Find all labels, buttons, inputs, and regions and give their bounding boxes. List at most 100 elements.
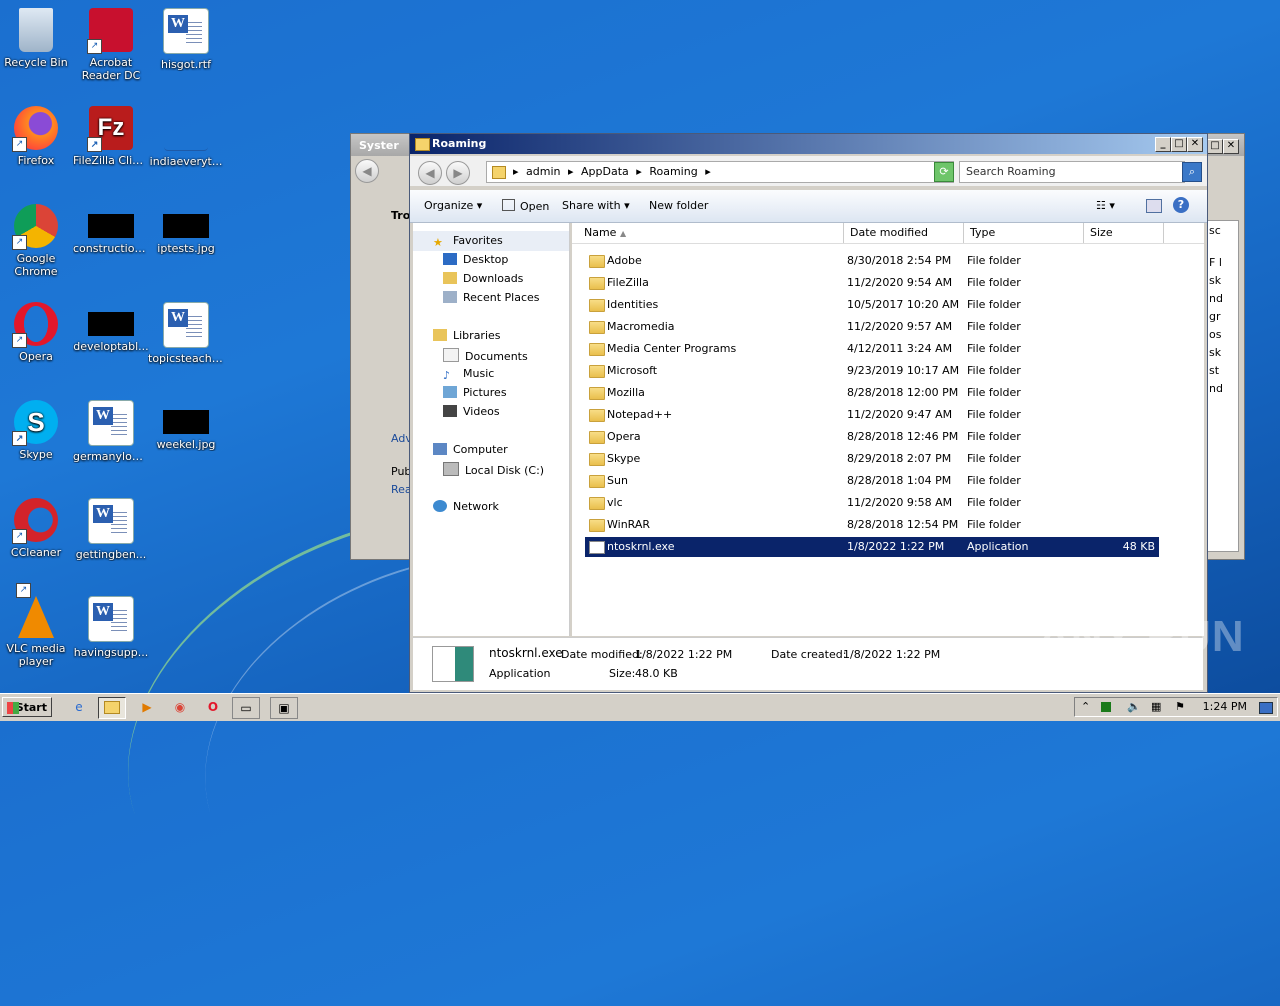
nav-libraries[interactable]: Libraries	[433, 329, 501, 342]
file-row[interactable]: Identities 10/5/2017 10:20 AM File folder	[585, 295, 1159, 315]
right-fragment: nd	[1209, 382, 1223, 395]
file-row[interactable]: vlc 11/2/2020 9:58 AM File folder	[585, 493, 1159, 513]
desktop-icon-developtabl[interactable]: developtabl...	[73, 296, 149, 353]
explorer-window[interactable]: Roaming _ □ ✕ ◀ ▶ ▸ admin ▸ AppData ▸ Ro…	[409, 133, 1208, 693]
file-row[interactable]: Mozilla 8/28/2018 12:00 PM File folder	[585, 383, 1159, 403]
flag-tray-icon[interactable]: ⚑	[1175, 700, 1185, 713]
file-row[interactable]: Opera 8/28/2018 12:46 PM File folder	[585, 427, 1159, 447]
organize-button[interactable]: Organize ▾	[424, 199, 482, 212]
show-desktop-icon[interactable]	[1259, 702, 1273, 714]
desktop-icon-weekel[interactable]: weekel.jpg	[148, 394, 224, 451]
desktop-icon-firefox[interactable]: ↗ Firefox	[0, 100, 74, 167]
nav-favorites[interactable]: ★ Favorites	[433, 234, 503, 249]
nav-downloads[interactable]: Downloads	[443, 272, 523, 285]
desktop-icon-havingsupp[interactable]: havingsupp...	[73, 590, 149, 659]
nav-pictures[interactable]: Pictures	[443, 386, 507, 399]
chrome-taskbar-icon[interactable]: ◉	[167, 697, 193, 717]
clock[interactable]: 1:24 PM	[1203, 698, 1247, 716]
file-row[interactable]: Skype 8/29/2018 2:07 PM File folder	[585, 449, 1159, 469]
start-button[interactable]: Start	[2, 697, 52, 717]
file-name: WinRAR	[607, 518, 651, 531]
breadcrumb-sep: ▸	[636, 165, 642, 178]
column-type[interactable]: Type	[964, 223, 1084, 243]
help-icon[interactable]: ?	[1173, 197, 1189, 213]
breadcrumb-item[interactable]: Roaming	[649, 165, 697, 178]
desktop-icon-iptests[interactable]: iptests.jpg	[148, 198, 224, 255]
share-with-button[interactable]: Share with ▾	[562, 199, 630, 212]
desktop-icon-acrobat[interactable]: ↗ Acrobat Reader DC	[73, 2, 149, 82]
maximize-button[interactable]: □	[1171, 137, 1187, 152]
breadcrumb-item[interactable]: AppData	[581, 165, 629, 178]
sort-ascending-icon: ▲	[619, 229, 627, 238]
cmd-taskbar-icon[interactable]: ▣	[270, 697, 298, 719]
nav-videos[interactable]: Videos	[443, 405, 500, 418]
desktop-icon-germanyloa[interactable]: germanyloa...	[73, 394, 149, 463]
breadcrumb[interactable]: ▸ admin ▸ AppData ▸ Roaming ▸ ▾	[486, 161, 954, 183]
media-player-icon[interactable]: ▶	[134, 697, 160, 717]
column-date-modified[interactable]: Date modified	[844, 223, 964, 243]
view-options-icon[interactable]: ☷ ▾	[1096, 199, 1115, 212]
desktop-icon-indiaeveryt[interactable]: indiaeveryt...	[148, 100, 224, 168]
maximize-button[interactable]: □	[1207, 139, 1223, 154]
background-window-title: Syster	[359, 139, 399, 152]
desktop-icon-vlc[interactable]: ↗ VLC media player	[0, 583, 74, 668]
nav-music[interactable]: ♪ Music	[443, 367, 494, 382]
file-row[interactable]: Microsoft 9/23/2019 10:17 AM File folder	[585, 361, 1159, 381]
desktop-icon-construction[interactable]: construction...	[73, 198, 149, 255]
file-list[interactable]: Name ▲ Date modified Type Size Adobe 8/30…	[572, 223, 1204, 636]
desktop-icon-gettingben[interactable]: gettingben...	[73, 492, 149, 561]
nav-local-disk[interactable]: Local Disk (C:)	[443, 462, 544, 477]
nav-documents[interactable]: Documents	[443, 348, 528, 363]
explorer-taskbar-icon[interactable]	[98, 697, 126, 719]
back-button[interactable]: ◀	[418, 161, 442, 185]
nav-recent-places[interactable]: Recent Places	[443, 291, 540, 304]
system-window-taskbar-icon[interactable]: ▭	[232, 697, 260, 719]
column-size[interactable]: Size	[1084, 223, 1164, 243]
file-row[interactable]: Sun 8/28/2018 1:04 PM File folder	[585, 471, 1159, 491]
internet-explorer-icon[interactable]: e	[66, 697, 92, 717]
file-row[interactable]: Macromedia 11/2/2020 9:57 AM File folder	[585, 317, 1159, 337]
desktop-icon-recycle-bin[interactable]: Recycle Bin	[0, 2, 74, 69]
file-row[interactable]: Notepad++ 11/2/2020 9:47 AM File folder	[585, 405, 1159, 425]
file-row[interactable]: ntoskrnl.exe 1/8/2022 1:22 PM Application 4…	[585, 537, 1159, 557]
refresh-icon[interactable]: ⟳	[934, 162, 954, 182]
new-folder-button[interactable]: New folder	[649, 199, 708, 212]
desktop-icon-skype[interactable]: S ↗ Skype	[0, 394, 74, 461]
nav-desktop[interactable]: Desktop	[443, 253, 508, 266]
volume-icon[interactable]: 🔈	[1127, 700, 1141, 713]
details-size-value: 48.0 KB	[635, 667, 678, 680]
forward-button[interactable]: ▶	[446, 161, 470, 185]
tray-app-icon[interactable]	[1101, 702, 1111, 712]
computer-icon	[433, 443, 447, 455]
open-button[interactable]: Open	[502, 199, 549, 213]
desktop-icon-ccleaner[interactable]: ↗ CCleaner	[0, 492, 74, 559]
desktop-icon-hisgot[interactable]: hisgot.rtf	[148, 2, 224, 71]
search-icon[interactable]: ⌕	[1182, 162, 1202, 182]
breadcrumb-item[interactable]: admin	[526, 165, 560, 178]
column-name[interactable]: Name ▲	[578, 223, 844, 243]
opera-taskbar-icon[interactable]: O	[200, 697, 226, 717]
minimize-button[interactable]: _	[1155, 137, 1171, 152]
nav-network[interactable]: Network	[433, 500, 499, 513]
close-button[interactable]: ✕	[1187, 137, 1203, 152]
file-row[interactable]: WinRAR 8/28/2018 12:54 PM File folder	[585, 515, 1159, 535]
back-button[interactable]: ◀	[355, 159, 379, 183]
explorer-titlebar[interactable]: Roaming _ □ ✕	[410, 134, 1207, 154]
desktop-icon-opera[interactable]: ↗ Opera	[0, 296, 74, 363]
desktop-icon-topicsteachi[interactable]: topicsteachi...	[148, 296, 224, 365]
close-button[interactable]: ✕	[1223, 139, 1239, 154]
background-window-right-panel: sc F l sk nd gr os sk st nd	[1207, 220, 1239, 552]
network-tray-icon[interactable]: ▦	[1151, 700, 1161, 713]
file-row[interactable]: Media Center Programs 4/12/2011 3:24 AM Fi…	[585, 339, 1159, 359]
file-row[interactable]: FileZilla 11/2/2020 9:54 AM File folder	[585, 273, 1159, 293]
search-input[interactable]: Search Roaming	[959, 161, 1185, 183]
file-row[interactable]: Adobe 8/30/2018 2:54 PM File folder	[585, 251, 1159, 271]
file-name: Media Center Programs	[607, 342, 737, 355]
preview-pane-icon[interactable]	[1146, 199, 1162, 213]
ccleaner-icon: ↗	[12, 498, 58, 544]
desktop-icon-filezilla[interactable]: Fz ↗ FileZilla Client	[73, 100, 149, 167]
desktop-icon-chrome[interactable]: ↗ Google Chrome	[0, 198, 74, 278]
folder-icon	[589, 387, 605, 400]
nav-computer[interactable]: Computer	[433, 443, 508, 456]
tray-expand-icon[interactable]: ⌃	[1081, 700, 1090, 713]
